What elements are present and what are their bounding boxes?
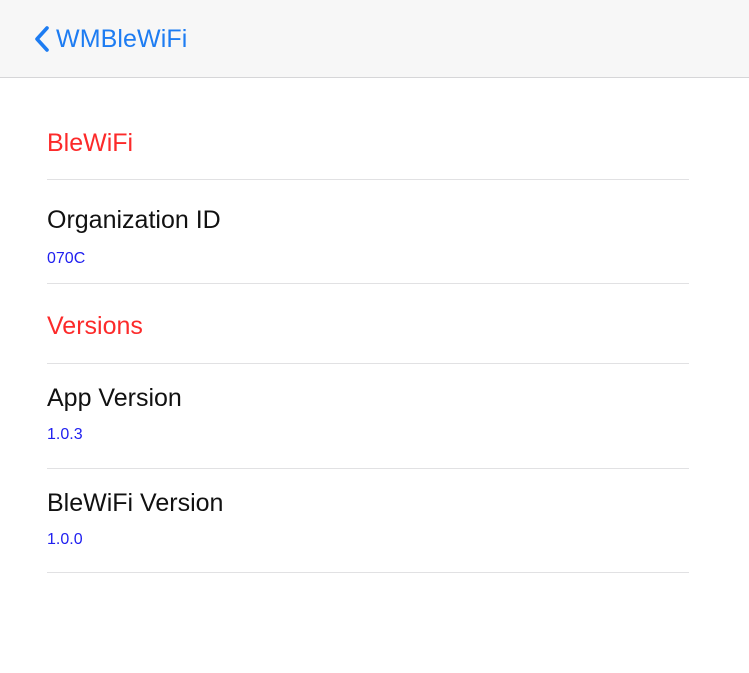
section-header-blewifi: BleWiFi (47, 79, 689, 179)
divider (47, 572, 689, 573)
section-title: BleWiFi (47, 129, 134, 157)
row-value: 070C (47, 250, 86, 267)
back-button-label: WMBleWiFi (56, 24, 188, 53)
back-button[interactable]: WMBleWiFi (34, 22, 187, 56)
settings-list: BleWiFi Organization ID 070C Versions Ap… (47, 79, 689, 573)
list-item-app-version: App Version 1.0.3 (47, 364, 689, 468)
section-title: Versions (47, 312, 143, 340)
list-item-blewifi-version: BleWiFi Version 1.0.0 (47, 469, 689, 572)
navigation-bar: WMBleWiFi (0, 0, 749, 78)
row-title: App Version (47, 384, 182, 412)
row-value: 1.0.0 (47, 531, 83, 548)
section-header-versions: Versions (47, 284, 689, 363)
row-title: BleWiFi Version (47, 489, 224, 517)
chevron-left-icon (34, 25, 50, 53)
row-value: 1.0.3 (47, 426, 83, 443)
list-item-organization-id: Organization ID 070C (47, 180, 689, 283)
row-title: Organization ID (47, 206, 221, 234)
